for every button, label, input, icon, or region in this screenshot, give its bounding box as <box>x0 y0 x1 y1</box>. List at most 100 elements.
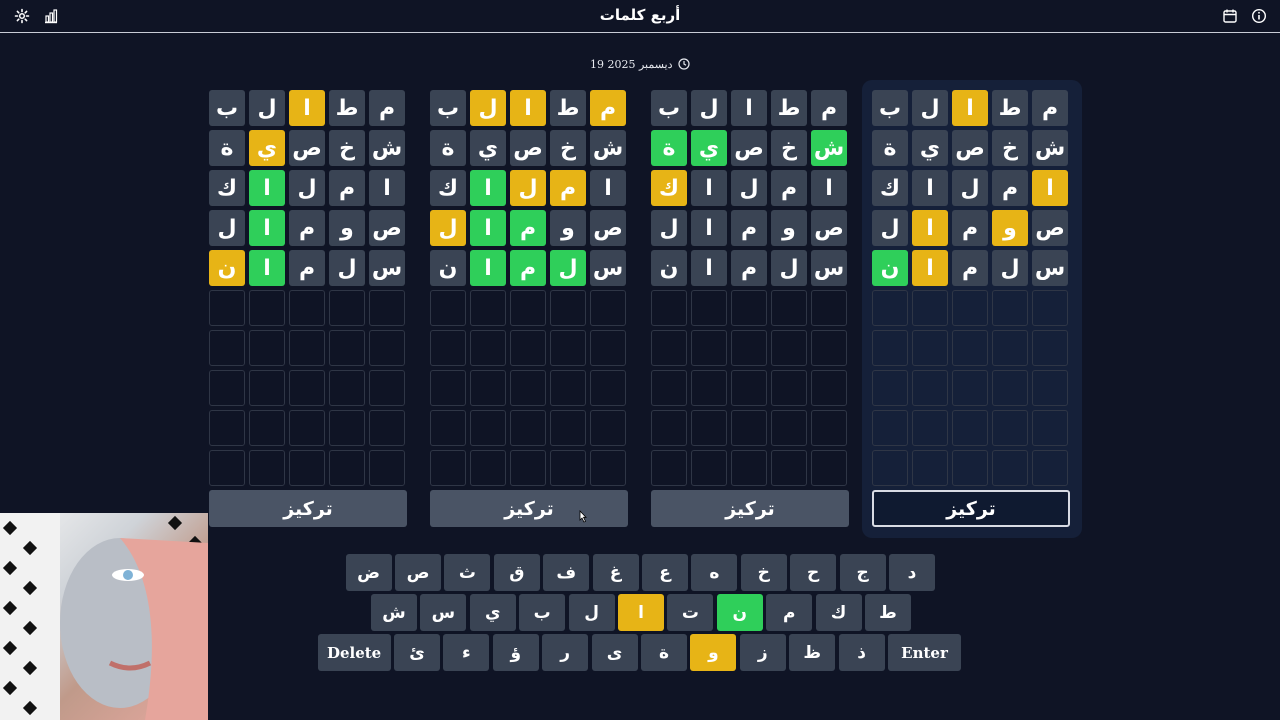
keyboard-key[interactable]: ي <box>469 594 516 631</box>
keyboard-key[interactable]: ى <box>591 634 638 671</box>
enter-key[interactable]: Enter <box>888 634 961 671</box>
empty-tile <box>771 330 807 366</box>
keyboard-key[interactable]: ق <box>493 554 540 591</box>
keyboard-key[interactable]: ض <box>345 554 392 591</box>
empty-tile <box>691 290 727 326</box>
letter-tile: ل <box>651 210 687 246</box>
keyboard-key[interactable]: ك <box>815 594 862 631</box>
letter-tile: م <box>590 90 626 126</box>
empty-tile <box>811 410 847 446</box>
empty-tile <box>992 410 1028 446</box>
keyboard-key[interactable]: م <box>766 594 813 631</box>
letter-tile: ا <box>470 250 506 286</box>
keyboard-key[interactable]: ؤ <box>492 634 539 671</box>
letter-tile: ش <box>1032 130 1068 166</box>
focus-button[interactable]: تركيز <box>430 490 628 527</box>
keyboard-key[interactable]: ا <box>618 594 664 631</box>
focus-button[interactable]: تركيز <box>872 490 1070 527</box>
letter-tile: ا <box>249 250 285 286</box>
letter-tile: ي <box>470 130 506 166</box>
letter-tile: ص <box>590 210 626 246</box>
empty-tile <box>952 370 988 406</box>
letter-tile: خ <box>992 130 1028 166</box>
keyboard-key[interactable]: ل <box>568 594 615 631</box>
letter-tile: م <box>952 250 988 286</box>
keyboard-key[interactable]: ث <box>444 554 491 591</box>
letter-tile: ة <box>872 130 908 166</box>
keyboard-key[interactable]: ذ <box>838 634 885 671</box>
empty-tile <box>369 370 405 406</box>
letter-tile: ط <box>992 90 1028 126</box>
keyboard-key[interactable]: ئ <box>394 634 440 671</box>
empty-tile <box>430 290 466 326</box>
empty-tile <box>811 330 847 366</box>
letter-tile: م <box>731 250 767 286</box>
keyboard-key[interactable]: ف <box>543 554 590 591</box>
info-icon[interactable] <box>1251 8 1267 24</box>
keyboard-key[interactable]: ن <box>716 594 763 631</box>
letter-tile: ا <box>470 170 506 206</box>
letter-tile: ا <box>369 170 405 206</box>
keyboard-key[interactable]: ط <box>865 594 911 631</box>
empty-tile <box>1032 290 1068 326</box>
keyboard-key[interactable]: ة <box>641 634 687 671</box>
keyboard-key[interactable]: ء <box>443 634 490 671</box>
empty-tile <box>209 450 245 486</box>
focus-button[interactable]: تركيز <box>209 490 407 527</box>
empty-tile <box>771 450 807 486</box>
empty-tile <box>811 290 847 326</box>
keyboard-key[interactable]: خ <box>740 554 787 591</box>
empty-tile <box>369 410 405 446</box>
keyboard-key[interactable]: ت <box>667 594 714 631</box>
empty-tile <box>550 410 586 446</box>
empty-tile <box>952 410 988 446</box>
keyboard-key[interactable]: ب <box>519 594 566 631</box>
empty-tile <box>289 410 325 446</box>
letter-tile: ا <box>811 170 847 206</box>
letter-tile: ص <box>369 210 405 246</box>
empty-tile <box>651 370 687 406</box>
keyboard-key[interactable]: ج <box>839 554 886 591</box>
keyboard-key[interactable]: ر <box>542 634 589 671</box>
empty-tile <box>912 450 948 486</box>
keyboard-key[interactable]: غ <box>592 554 639 591</box>
letter-tile: ط <box>771 90 807 126</box>
keyboard-key[interactable]: ح <box>790 554 837 591</box>
letter-tile: ل <box>912 90 948 126</box>
keyboard-key[interactable]: ش <box>371 594 417 631</box>
delete-key[interactable]: Delete <box>317 634 391 671</box>
letter-tile: ة <box>430 130 466 166</box>
empty-tile <box>912 330 948 366</box>
empty-tile <box>209 410 245 446</box>
empty-tile <box>369 330 405 366</box>
letter-tile: ل <box>771 250 807 286</box>
letter-tile: ن <box>872 250 908 286</box>
letter-tile: ل <box>510 170 546 206</box>
empty-tile <box>209 290 245 326</box>
empty-tile <box>1032 450 1068 486</box>
keyboard-key[interactable]: ه <box>691 554 738 591</box>
letter-tile: م <box>510 210 546 246</box>
empty-tile <box>811 370 847 406</box>
empty-tile <box>430 410 466 446</box>
focus-button[interactable]: تركيز <box>651 490 849 527</box>
keyboard-key[interactable]: و <box>690 634 737 671</box>
letter-tile: ش <box>811 130 847 166</box>
letter-tile: م <box>329 170 365 206</box>
empty-tile <box>590 330 626 366</box>
letter-tile: ا <box>912 250 948 286</box>
empty-tile <box>992 450 1028 486</box>
letter-tile: ي <box>249 130 285 166</box>
keyboard-key[interactable]: ظ <box>789 634 836 671</box>
keyboard-key[interactable]: س <box>420 594 467 631</box>
keyboard-key[interactable]: د <box>889 554 935 591</box>
letter-tile: م <box>550 170 586 206</box>
keyboard-key[interactable]: ز <box>739 634 786 671</box>
empty-tile <box>209 370 245 406</box>
empty-tile <box>811 450 847 486</box>
keyboard-key[interactable]: ع <box>642 554 688 591</box>
letter-tile: خ <box>771 130 807 166</box>
calendar-icon[interactable] <box>1222 8 1238 24</box>
keyboard-key[interactable]: ص <box>395 554 441 591</box>
letter-tile: ا <box>1032 170 1068 206</box>
